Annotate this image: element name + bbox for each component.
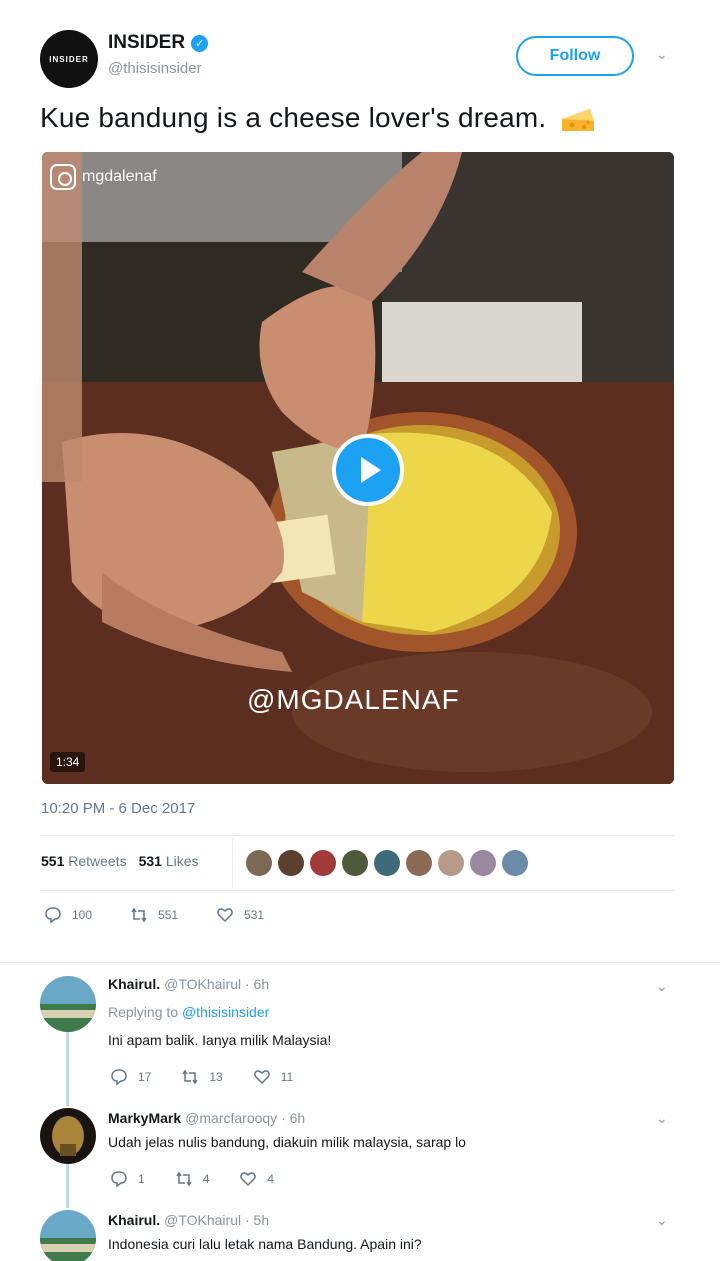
instagram-tag: mgdalenaf (50, 164, 157, 190)
chevron-down-icon[interactable]: ⌄ (656, 46, 668, 63)
instagram-handle: mgdalenaf (82, 168, 157, 185)
video-duration: 1:34 (50, 752, 86, 772)
reply-action[interactable]: 100 (44, 906, 92, 924)
reply-text: Udah jelas nulis bandung, diakuin milik … (108, 1134, 466, 1150)
reply-author-handle: @TOKhairul (164, 976, 242, 992)
reply-author[interactable]: Khairul. @TOKhairul · 6h (108, 976, 269, 992)
reply-action[interactable]: 17 (110, 1068, 151, 1086)
reply-avatar[interactable] (40, 1210, 96, 1261)
chevron-down-icon[interactable]: ⌄ (656, 978, 668, 995)
reply-author-handle: @TOKhairul (164, 1212, 242, 1228)
retweet-action[interactable]: 551 (130, 906, 178, 924)
divider (40, 835, 674, 836)
tweet-text: Kue bandung is a cheese lover's dream. (40, 102, 596, 134)
retweet-icon (176, 1171, 192, 1187)
liker-avatar[interactable] (470, 850, 496, 876)
reply-avatar[interactable] (40, 976, 96, 1032)
retweets-label: Retweets (68, 853, 127, 869)
liker-avatar[interactable] (406, 850, 432, 876)
reply-text: Ini apam balik. Ianya milik Malaysia! (108, 1032, 332, 1048)
reply-icon (111, 1171, 127, 1188)
play-icon (361, 457, 381, 483)
section-separator (0, 962, 720, 963)
like-action[interactable]: 4 (239, 1170, 274, 1188)
video-watermark: @MGDALENAF (247, 684, 460, 715)
video-player[interactable]: mgdalenaf @MGDALENAF 1:34 (42, 152, 674, 784)
retweet-action[interactable]: 4 (175, 1170, 210, 1188)
tweet-timestamp[interactable]: 10:20 PM - 6 Dec 2017 (41, 800, 195, 817)
retweets-count: 551 (41, 853, 65, 869)
follow-button[interactable]: Follow (516, 36, 634, 76)
like-icon (240, 1172, 257, 1187)
reply-author-name: MarkyMark (108, 1110, 182, 1126)
retweet-icon (131, 907, 147, 923)
retweet-count: 4 (202, 1172, 210, 1186)
like-count: 4 (267, 1172, 275, 1186)
reply-avatar[interactable] (40, 1108, 96, 1164)
insider-avatar[interactable]: INSIDER (40, 30, 98, 88)
reply-author-name: Khairul. (108, 976, 161, 992)
author-handle[interactable]: @thisisinsider (108, 60, 202, 77)
reply-actions: 1 4 4 (110, 1170, 274, 1188)
thread-line (66, 1164, 69, 1208)
like-icon (217, 908, 233, 923)
liker-avatar[interactable] (310, 850, 336, 876)
tweet-actions: 100 551 531 (44, 906, 264, 924)
reply-count: 100 (72, 908, 93, 922)
replying-to: Replying to @thisisinsider (108, 1004, 269, 1020)
replying-to-handle[interactable]: @thisisinsider (182, 1004, 269, 1020)
like-count: 531 (244, 908, 265, 922)
liker-avatar[interactable] (438, 850, 464, 876)
reply-author[interactable]: MarkyMark @marcfarooqy · 6h (108, 1110, 305, 1126)
liker-avatar[interactable] (502, 850, 528, 876)
like-action[interactable]: 531 (216, 906, 264, 924)
chevron-down-icon[interactable]: ⌄ (656, 1110, 668, 1127)
likes-label: Likes (165, 853, 199, 869)
cheese-emoji-icon (562, 108, 595, 131)
liker-avatar[interactable] (246, 850, 272, 876)
like-icon (253, 1070, 270, 1085)
divider (40, 890, 674, 891)
tweet-text-content: Kue bandung is a cheese lover's dream. (40, 102, 547, 133)
retweet-count: 551 (158, 908, 179, 922)
retweets-stat[interactable]: 551 Retweets (41, 853, 127, 869)
replying-prefix: Replying to (108, 1004, 179, 1020)
retweet-icon (182, 1069, 198, 1085)
reply-count: 17 (138, 1070, 152, 1084)
engagement-stats: 551 Retweets 531 Likes (41, 853, 199, 869)
chevron-down-icon[interactable]: ⌄ (656, 1212, 668, 1229)
reply-action[interactable]: 1 (110, 1170, 145, 1188)
reply-author-handle: @marcfarooqy (185, 1110, 278, 1126)
reply-time: · 6h (245, 976, 270, 992)
likes-count: 531 (138, 853, 162, 869)
instagram-icon (50, 164, 76, 190)
reply-actions: 17 13 11 (110, 1068, 293, 1086)
reply-icon (111, 1069, 127, 1086)
likes-stat[interactable]: 531 Likes (139, 853, 199, 869)
reply-author-name: Khairul. (108, 1212, 161, 1228)
liker-avatar[interactable] (374, 850, 400, 876)
thread-line (66, 1032, 69, 1106)
reply-icon (45, 907, 61, 924)
reply-count: 1 (138, 1172, 145, 1186)
author-name-text: INSIDER (108, 32, 186, 53)
reply-time: · 6h (281, 1110, 306, 1126)
liker-avatars (246, 850, 528, 876)
play-button[interactable] (332, 434, 404, 506)
liker-avatar[interactable] (342, 850, 368, 876)
author-name[interactable]: INSIDER ✓ (108, 32, 209, 54)
retweet-action[interactable]: 13 (181, 1068, 223, 1086)
liker-avatar[interactable] (278, 850, 304, 876)
like-count: 11 (280, 1070, 294, 1084)
reply-time: · 5h (245, 1212, 270, 1228)
reply-text: Indonesia curi lalu letak nama Bandung. … (108, 1236, 422, 1252)
like-action[interactable]: 11 (253, 1068, 293, 1086)
reply-author[interactable]: Khairul. @TOKhairul · 5h (108, 1212, 269, 1228)
stats-separator (232, 838, 233, 888)
verified-icon: ✓ (191, 34, 209, 52)
retweet-count: 13 (209, 1070, 223, 1084)
avatar-logo-text: INSIDER (49, 54, 89, 64)
